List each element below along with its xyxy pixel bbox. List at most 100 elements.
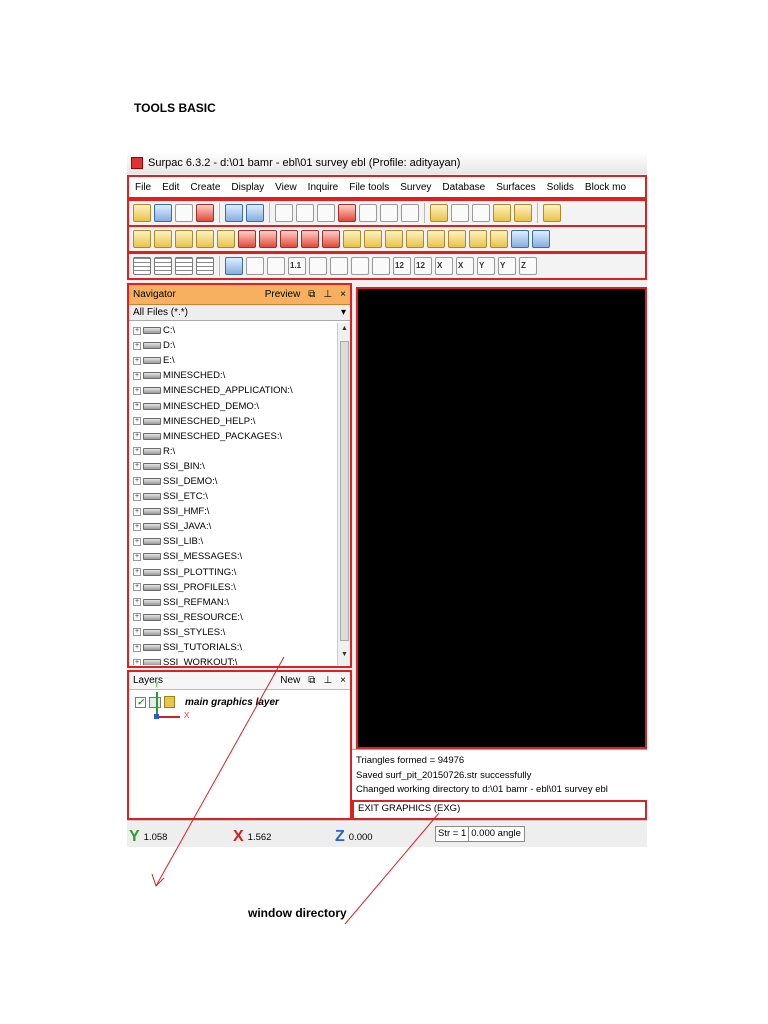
expand-icon[interactable]: + xyxy=(133,522,141,531)
list-item[interactable]: + MINESCHED_PACKAGES:\ xyxy=(129,429,337,444)
preview-button[interactable]: Preview xyxy=(265,289,301,300)
menu-display[interactable]: Display xyxy=(231,182,264,193)
expand-icon[interactable]: + xyxy=(133,447,141,456)
expand-icon[interactable]: + xyxy=(133,402,141,411)
expand-icon[interactable]: + xyxy=(133,583,141,592)
list-item[interactable]: + E:\ xyxy=(129,353,337,368)
list-item[interactable]: + MINESCHED_HELP:\ xyxy=(129,414,337,429)
properties-2-icon[interactable] xyxy=(532,230,550,248)
lock-icon[interactable] xyxy=(164,696,175,708)
list-item[interactable]: + SSI_MESSAGES:\ xyxy=(129,549,337,564)
menu-inquire[interactable]: Inquire xyxy=(308,182,339,193)
eye-icon[interactable] xyxy=(149,696,161,708)
display-marker-icon[interactable] xyxy=(351,257,369,275)
list-item[interactable]: + SSI_LIB:\ xyxy=(129,534,337,549)
list-item[interactable]: + SSI_RESOURCE:\ xyxy=(129,610,337,625)
grid-3d-icon[interactable] xyxy=(175,257,193,275)
list-item[interactable]: + SSI_ETC:\ xyxy=(129,489,337,504)
layers-close-icon[interactable]: × xyxy=(340,675,346,686)
expand-icon[interactable]: + xyxy=(133,386,141,395)
expand-icon[interactable]: + xyxy=(133,537,141,546)
copy-segment-icon[interactable] xyxy=(196,230,214,248)
insert-point-icon[interactable] xyxy=(406,230,424,248)
expand-icon[interactable]: + xyxy=(133,326,141,335)
save-graphics-icon[interactable] xyxy=(514,204,532,222)
list-item[interactable]: + R:\ xyxy=(129,444,337,459)
menu-surfaces[interactable]: Surfaces xyxy=(496,182,535,193)
view-xy-icon[interactable] xyxy=(359,204,377,222)
expand-icon[interactable]: + xyxy=(133,432,141,441)
edit-segment-2-icon[interactable] xyxy=(154,230,172,248)
list-item[interactable]: + SSI_PLOTTING:\ xyxy=(129,565,337,580)
view-yz-icon[interactable] xyxy=(401,204,419,222)
display-segment-icon[interactable] xyxy=(246,257,264,275)
list-item[interactable]: + SSI_REFMAN:\ xyxy=(129,595,337,610)
open-file-icon[interactable] xyxy=(133,204,151,222)
attribute-edit-2-icon[interactable] xyxy=(469,230,487,248)
display-graphics-icon[interactable] xyxy=(225,257,243,275)
display-point-icon[interactable] xyxy=(267,257,285,275)
properties-icon[interactable] xyxy=(511,230,529,248)
list-item[interactable]: + MINESCHED_APPLICATION:\ xyxy=(129,383,337,398)
grid-plain-icon[interactable] xyxy=(196,257,214,275)
display-string-icon[interactable] xyxy=(309,257,327,275)
float-icon[interactable]: ⧉ xyxy=(308,675,315,686)
list-item[interactable]: + SSI_WORKOUT:\ xyxy=(129,655,337,665)
delete-layer-icon[interactable] xyxy=(322,230,340,248)
zoom-out-icon[interactable] xyxy=(296,204,314,222)
expand-icon[interactable]: + xyxy=(133,477,141,486)
edit-segment-icon[interactable] xyxy=(133,230,151,248)
navigator-close-icon[interactable]: × xyxy=(340,289,346,300)
rotate-view-icon[interactable] xyxy=(338,204,356,222)
view-xz-icon[interactable] xyxy=(380,204,398,222)
reverse-segment-icon[interactable] xyxy=(217,230,235,248)
expand-icon[interactable]: + xyxy=(133,658,141,665)
expand-icon[interactable]: + xyxy=(133,341,141,350)
display-y-1-icon[interactable]: Y xyxy=(477,257,495,275)
expand-icon[interactable]: + xyxy=(133,598,141,607)
menu-solids[interactable]: Solids xyxy=(547,182,574,193)
display-x-1-icon[interactable]: X xyxy=(435,257,453,275)
attribute-edit-3-icon[interactable] xyxy=(490,230,508,248)
insert-segment-icon[interactable] xyxy=(427,230,445,248)
menu-file-tools[interactable]: File tools xyxy=(349,182,389,193)
menu-edit[interactable]: Edit xyxy=(162,182,179,193)
layer-row[interactable]: ✓ main graphics layer xyxy=(135,696,350,708)
delete-point-icon[interactable] xyxy=(238,230,256,248)
list-item[interactable]: + C:\ xyxy=(129,323,337,338)
edit-segment-3-icon[interactable] xyxy=(175,230,193,248)
expand-icon[interactable]: + xyxy=(133,552,141,561)
expand-icon[interactable]: + xyxy=(133,507,141,516)
checkbox-icon[interactable]: ✓ xyxy=(135,696,146,708)
layer-tools-icon[interactable] xyxy=(543,204,561,222)
menu-create[interactable]: Create xyxy=(190,182,220,193)
list-item[interactable]: + SSI_DEMO:\ xyxy=(129,474,337,489)
menu-database[interactable]: Database xyxy=(442,182,485,193)
display-direction-icon[interactable] xyxy=(330,257,348,275)
menu-survey[interactable]: Survey xyxy=(400,182,431,193)
display-x-2-icon[interactable]: X xyxy=(456,257,474,275)
command-input[interactable]: EXIT GRAPHICS (EXG) xyxy=(352,800,647,820)
list-item[interactable]: + SSI_PROFILES:\ xyxy=(129,580,337,595)
delete-range-icon[interactable] xyxy=(301,230,319,248)
expand-icon[interactable]: + xyxy=(133,371,141,380)
display-number-icon[interactable]: 1.1 xyxy=(288,257,306,275)
grid-icon[interactable] xyxy=(133,257,151,275)
expand-icon[interactable]: + xyxy=(133,628,141,637)
add-segment-icon[interactable] xyxy=(364,230,382,248)
list-item[interactable]: + SSI_HMF:\ xyxy=(129,504,337,519)
pin-icon[interactable]: ⊥ xyxy=(323,675,332,686)
redo-icon[interactable] xyxy=(246,204,264,222)
display-z-icon[interactable]: Z xyxy=(519,257,537,275)
reset-graphics-icon[interactable] xyxy=(196,204,214,222)
add-string-icon[interactable] xyxy=(385,230,403,248)
display-y-2-icon[interactable]: Y xyxy=(498,257,516,275)
expand-icon[interactable]: + xyxy=(133,613,141,622)
menu-block-model[interactable]: Block mo xyxy=(585,182,626,193)
delete-string-icon[interactable] xyxy=(280,230,298,248)
menu-view[interactable]: View xyxy=(275,182,297,193)
zoom-window-icon[interactable] xyxy=(317,204,335,222)
save-icon[interactable] xyxy=(154,204,172,222)
select-arrow-icon[interactable] xyxy=(451,204,469,222)
new-layer-button[interactable]: New xyxy=(280,675,300,686)
